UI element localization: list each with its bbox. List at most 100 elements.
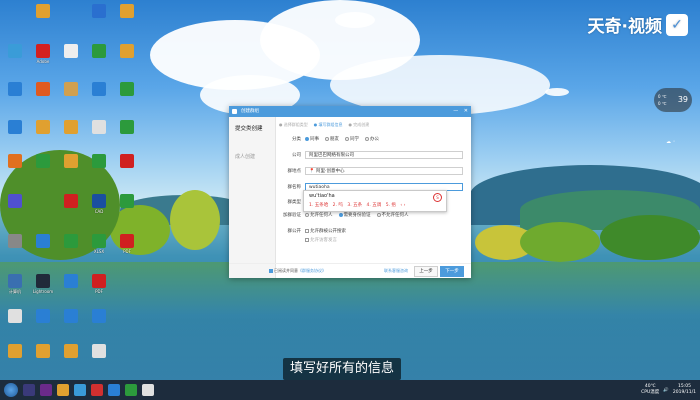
ime-page-nav[interactable]: ‹ › (400, 203, 405, 208)
cpu-temp[interactable]: 40℃ CPU温度 (641, 384, 659, 396)
desktop-icon[interactable] (114, 194, 140, 209)
dialog-titlebar[interactable]: 创建群组 — ✕ (229, 106, 471, 117)
desktop-icon[interactable] (114, 82, 140, 97)
clock[interactable]: 15:05 2019/11/1 (673, 384, 696, 396)
desktop-icon[interactable]: Lightroom (30, 274, 56, 294)
desktop-icon[interactable] (86, 120, 112, 135)
radio-friend[interactable]: 朋友 (325, 136, 339, 142)
radio-office[interactable]: 办公 (365, 136, 379, 142)
next-button[interactable]: 下一步 (440, 266, 464, 277)
video-subtitle: 填写好所有的信息 (283, 358, 402, 380)
desktop-icon[interactable]: 计算机 (2, 274, 28, 294)
ime-candidate[interactable]: 4. 五调 (367, 203, 382, 208)
location-input[interactable]: 📍 阿里·创意中心 (305, 167, 463, 175)
ime-candidate[interactable]: 3. 五条 (347, 203, 362, 208)
desktop-icon[interactable] (58, 154, 84, 169)
taskbar-app-icon[interactable] (125, 384, 137, 396)
ime-candidate[interactable]: 2. 呜 (333, 203, 343, 208)
ime-pinyin: wu'tiao'ha (309, 193, 335, 199)
company-input[interactable]: 阿里巴巴网络有限公司 (305, 151, 463, 159)
desktop-icon[interactable] (2, 309, 28, 324)
desktop-icon[interactable] (2, 82, 28, 97)
desktop-icon[interactable] (58, 309, 84, 324)
checkbox-guest-speak[interactable]: 允许访客发言 (305, 237, 346, 243)
start-button[interactable] (4, 383, 18, 397)
desktop-icon[interactable] (2, 234, 28, 249)
desktop-icon[interactable] (2, 194, 28, 209)
tree (520, 222, 600, 262)
file-icon (36, 154, 50, 168)
desktop-icon[interactable] (58, 344, 84, 359)
prev-button[interactable]: 上一步 (414, 266, 438, 277)
desktop-icon[interactable] (2, 344, 28, 359)
sidebar-item[interactable]: 成人创建 (235, 153, 255, 160)
cloud-sync-icon[interactable]: ☁ ◦ (666, 139, 694, 148)
desktop-icon[interactable]: CAD (86, 194, 112, 214)
taskbar: 40℃ CPU温度 🔊 15:05 2019/11/1 (0, 380, 700, 400)
file-icon (120, 154, 134, 168)
desktop-icon[interactable] (30, 344, 56, 359)
help-link[interactable]: 联系客服咨询 (384, 268, 408, 274)
desktop-icon[interactable] (58, 44, 84, 59)
cloud (545, 88, 569, 96)
taskbar-app-icon[interactable] (23, 384, 35, 396)
radio-deny-all[interactable]: 不允许任何人 (376, 212, 409, 218)
desktop-icon[interactable] (30, 234, 56, 249)
desktop-icon[interactable] (58, 194, 84, 209)
desktop-icon[interactable]: XLSX (86, 234, 112, 254)
desktop-icon[interactable]: PDF (114, 234, 140, 254)
desktop-icon[interactable] (86, 4, 112, 19)
desktop-icon[interactable] (114, 120, 140, 135)
desktop-icon[interactable] (58, 82, 84, 97)
desktop-icon[interactable] (58, 234, 84, 249)
close-button[interactable]: ✕ (464, 108, 468, 114)
agreement-link[interactable]: 《群服务协议》 (298, 268, 326, 273)
watermark: 天奇·视频 ✓ (588, 12, 688, 37)
radio-colleague[interactable]: 同事 (305, 136, 319, 142)
desktop-icon[interactable] (30, 4, 56, 19)
desktop-icon[interactable]: PDF (86, 274, 112, 294)
desktop-icon[interactable] (86, 44, 112, 59)
checkbox-public-search[interactable]: 允许群被公开搜索 (305, 228, 346, 234)
file-icon (8, 309, 22, 323)
file-icon (92, 4, 106, 18)
desktop-icon[interactable] (2, 120, 28, 135)
desktop-icon[interactable] (86, 154, 112, 169)
desktop-icon[interactable] (30, 309, 56, 324)
desktop-icon[interactable] (86, 82, 112, 97)
desktop-icon[interactable] (86, 309, 112, 324)
desktop-icon-label: PDF (95, 289, 103, 294)
ime-candidate[interactable]: 1. 五条哈 (309, 203, 328, 208)
desktop-icon[interactable] (30, 154, 56, 169)
desktop-icon[interactable] (114, 4, 140, 19)
desktop-icon[interactable] (58, 274, 84, 289)
taskbar-app-icon[interactable] (74, 384, 86, 396)
desktop-icon[interactable] (114, 154, 140, 169)
desktop-icon[interactable] (30, 82, 56, 97)
file-icon (64, 154, 78, 168)
taskbar-app-icon[interactable] (142, 384, 154, 396)
desktop-icon[interactable] (114, 44, 140, 59)
radio-need-verify[interactable]: 需要身份验证 (338, 212, 371, 218)
desktop-icon-label: Adobe (36, 59, 50, 64)
label-group-type: 群类型 (287, 200, 302, 205)
desktop-icon[interactable] (58, 120, 84, 135)
taskbar-app-icon[interactable] (40, 384, 52, 396)
desktop-icon[interactable] (30, 120, 56, 135)
weather-widget[interactable]: 0 ℃ 0 ℃ 39 (654, 88, 692, 112)
file-icon (36, 120, 50, 134)
radio-classmate[interactable]: 同学 (345, 136, 359, 142)
desktop-icon[interactable]: Adobe (30, 44, 56, 64)
taskbar-app-icon[interactable] (91, 384, 103, 396)
taskbar-app-icon[interactable] (57, 384, 69, 396)
radio-allow-all[interactable]: 允许任何人 (305, 212, 333, 218)
desktop-icon[interactable] (2, 44, 28, 59)
minimize-button[interactable]: — (453, 108, 458, 114)
ime-candidate[interactable]: 5. 捂 (386, 203, 396, 208)
desktop-icon[interactable] (86, 344, 112, 359)
desktop-icon[interactable] (2, 154, 28, 169)
volume-icon[interactable]: 🔊 (663, 388, 669, 393)
agree-checkbox[interactable]: 已阅读并同意《群服务协议》 (269, 268, 326, 274)
taskbar-app-icon[interactable] (108, 384, 120, 396)
dialog-title: 创建群组 (241, 109, 259, 114)
